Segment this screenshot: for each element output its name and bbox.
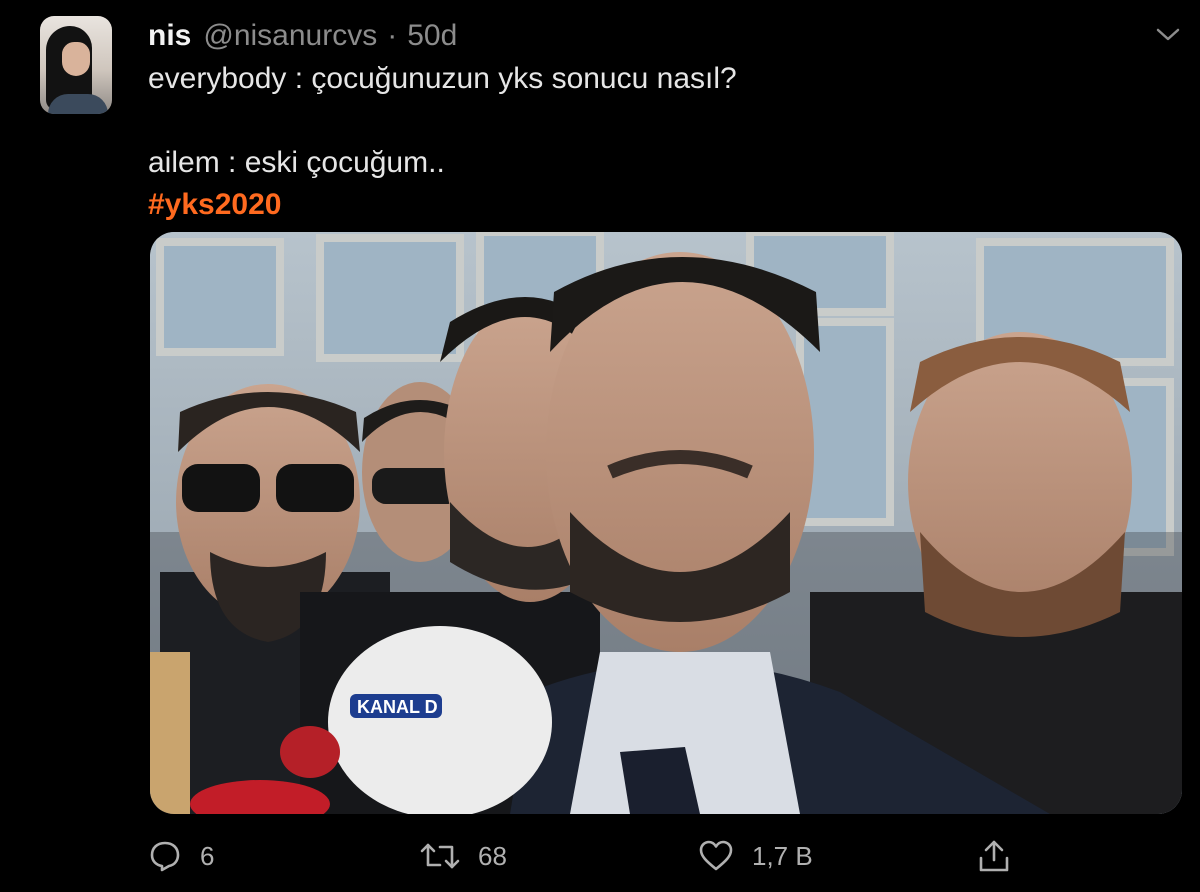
reply-button[interactable]: 6 [148,832,214,880]
mic-label: KANAL D [357,697,438,717]
chevron-down-icon[interactable] [1154,24,1182,44]
avatar-face [62,42,90,76]
retweet-count: 68 [478,840,507,871]
tweet[interactable]: nis @nisanurcvs · 50d everybody : çocuğu… [0,0,1200,892]
reply-icon [150,841,180,872]
heart-icon [699,840,733,871]
like-button[interactable]: 1,7 B [698,832,813,880]
author-name[interactable]: nis [148,19,191,53]
avatar-shirt [48,94,108,114]
tweet-text-line: ailem : eski çocuğum.. [148,146,445,179]
hashtag-link[interactable]: #yks2020 [148,184,1148,226]
tweet-text-line: everybody : çocuğunuzun yks sonucu nasıl… [148,62,737,95]
share-icon [979,840,1009,872]
timestamp[interactable]: 50d [407,19,457,53]
retweet-icon [420,843,460,869]
author-handle[interactable]: @nisanurcvs [203,19,377,53]
tweet-header: nis @nisanurcvs · 50d [148,16,457,56]
like-count: 1,7 B [752,840,813,871]
share-button[interactable] [976,832,1030,880]
avatar[interactable] [40,16,112,114]
action-bar: 6 68 1,7 B [0,832,1200,880]
reply-count: 6 [200,840,215,871]
photo-illustration: KANAL D [150,232,1182,814]
retweet-button[interactable]: 68 [420,832,507,880]
tweet-text: everybody : çocuğunuzun yks sonucu nasıl… [148,58,1148,226]
separator-dot: · [387,19,398,52]
tweet-media-image[interactable]: KANAL D [150,232,1182,814]
